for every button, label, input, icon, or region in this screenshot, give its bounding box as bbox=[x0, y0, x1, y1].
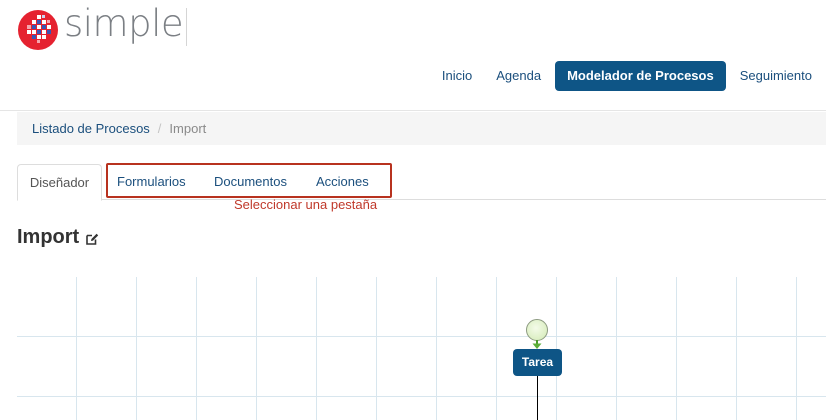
app-root: simple Inicio Agenda Modelador de Proces… bbox=[0, 0, 826, 420]
tabs-annotation: Seleccionar una pestaña bbox=[234, 197, 378, 212]
flow-connector bbox=[537, 376, 538, 420]
process-name: Import bbox=[17, 226, 80, 248]
simple-logo-icon bbox=[18, 10, 58, 50]
nav-modelador-de-procesos[interactable]: Modelador de Procesos bbox=[555, 61, 726, 91]
nav-inicio[interactable]: Inicio bbox=[430, 61, 484, 91]
start-event-circle[interactable] bbox=[526, 319, 548, 341]
nav-agenda[interactable]: Agenda bbox=[484, 61, 553, 91]
header-divider bbox=[186, 8, 187, 46]
edit-icon[interactable] bbox=[85, 232, 99, 246]
header-separator bbox=[0, 110, 826, 111]
brand-name: simple bbox=[64, 2, 184, 45]
diagram-canvas[interactable]: Tarea bbox=[17, 277, 826, 420]
flow-arrow-down-icon bbox=[532, 340, 542, 349]
breadcrumb-current: Import bbox=[169, 121, 207, 136]
tab-documentos[interactable]: Documentos bbox=[214, 164, 287, 200]
tab-acciones[interactable]: Acciones bbox=[316, 164, 369, 200]
breadcrumb-listado-de-procesos[interactable]: Listado de Procesos bbox=[32, 121, 150, 136]
main-nav: Inicio Agenda Modelador de Procesos Segu… bbox=[430, 61, 826, 91]
breadcrumb-separator: / bbox=[157, 121, 162, 136]
page-title: Import bbox=[17, 226, 99, 249]
brand-logo[interactable]: simple bbox=[17, 2, 192, 50]
process-tabs: Diseñador Formularios Documentos Accione… bbox=[17, 164, 826, 201]
nav-seguimiento[interactable]: Seguimiento bbox=[728, 61, 826, 91]
task-node[interactable]: Tarea bbox=[513, 349, 562, 376]
tab-formularios[interactable]: Formularios bbox=[117, 164, 186, 200]
tab-disenador[interactable]: Diseñador bbox=[17, 164, 102, 201]
breadcrumb: Listado de Procesos / Import bbox=[17, 112, 826, 145]
